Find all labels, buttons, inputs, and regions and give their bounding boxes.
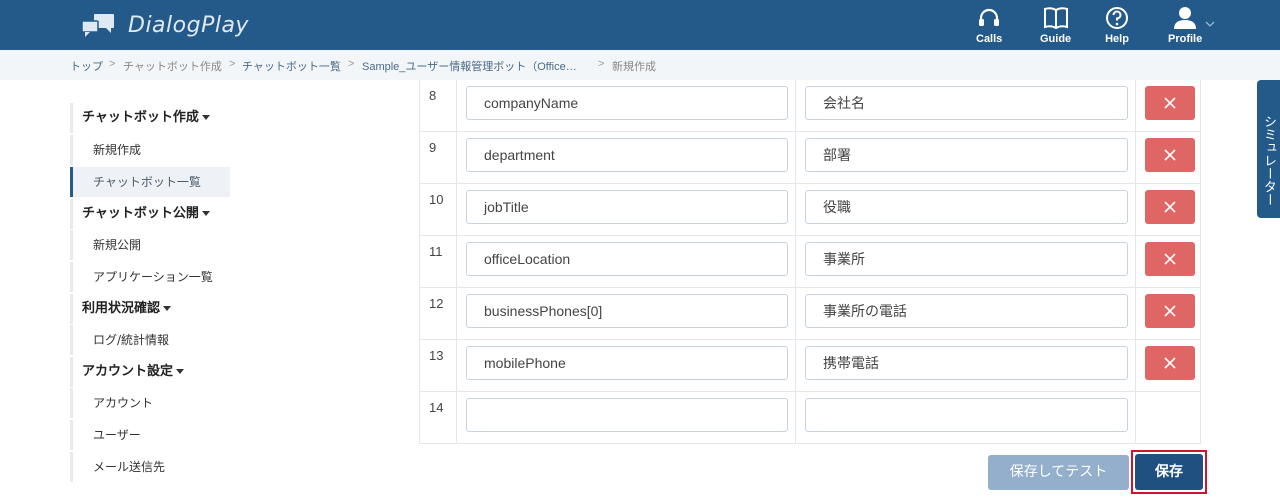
sidebar-section-label: チャットボット作成 xyxy=(82,110,199,125)
breadcrumb-sample-bot[interactable]: Sample_ユーザー情報管理ボット（Office… xyxy=(362,58,577,74)
table-row: 13 mobilePhone 携帯電話 xyxy=(419,340,1201,392)
label-input[interactable]: 会社名 xyxy=(805,86,1128,120)
caret-down-icon xyxy=(176,369,185,374)
sidebar-item-application-list[interactable]: アプリケーション一覧 xyxy=(70,262,230,292)
label-input[interactable]: 役職 xyxy=(805,190,1128,224)
breadcrumb-separator: > xyxy=(109,58,116,70)
nav-help[interactable]: Help xyxy=(1104,6,1130,45)
key-input[interactable]: businessPhones[0] xyxy=(466,294,788,328)
close-icon xyxy=(1164,253,1176,265)
key-input[interactable]: officeLocation xyxy=(466,242,788,276)
close-icon xyxy=(1164,357,1176,369)
label-input[interactable]: 部署 xyxy=(805,138,1128,172)
breadcrumb: トップ > チャットボット作成 > チャットボット一覧 > Sample_ユーザ… xyxy=(0,50,1280,80)
caret-down-icon xyxy=(163,306,172,311)
headset-icon xyxy=(979,8,1000,26)
delete-row-button[interactable] xyxy=(1145,190,1195,224)
close-icon xyxy=(1164,97,1176,109)
key-input[interactable]: department xyxy=(466,138,788,172)
row-number: 13 xyxy=(419,340,457,392)
app-header: DialogPlay Calls Guide Help Profile xyxy=(0,0,1280,50)
nav-calls-label: Calls xyxy=(976,33,1003,45)
sidebar-item-account[interactable]: アカウント xyxy=(70,388,230,418)
breadcrumb-chatbot-list[interactable]: チャットボット一覧 xyxy=(242,58,341,74)
sidebar-item-new-publish[interactable]: 新規公開 xyxy=(70,230,230,260)
label-input[interactable] xyxy=(805,398,1128,432)
delete-row-button[interactable] xyxy=(1145,138,1195,172)
save-and-test-button[interactable]: 保存してテスト xyxy=(988,455,1129,490)
key-input[interactable]: jobTitle xyxy=(466,190,788,224)
empty-action-cell xyxy=(1136,392,1201,444)
sidebar-item-mail-recipients[interactable]: メール送信先 xyxy=(70,452,230,482)
label-input[interactable]: 事業所の電話 xyxy=(805,294,1128,328)
simulator-tab[interactable]: シミュレーター xyxy=(1257,80,1280,218)
sidebar-item-new[interactable]: 新規作成 xyxy=(70,135,230,165)
nav-guide-label: Guide xyxy=(1040,33,1072,45)
label-input[interactable]: 携帯電話 xyxy=(805,346,1128,380)
sidebar-item-chatbot-list[interactable]: チャットボット一覧 xyxy=(70,167,230,197)
nav-calls[interactable]: Calls xyxy=(976,6,1002,45)
help-icon xyxy=(1106,7,1128,29)
caret-down-icon xyxy=(201,115,210,120)
sidebar-section-label: 利用状況確認 xyxy=(82,301,161,316)
delete-row-button[interactable] xyxy=(1145,346,1195,380)
chat-bubbles-icon xyxy=(81,14,114,37)
label-input[interactable]: 事業所 xyxy=(805,242,1128,276)
row-number: 9 xyxy=(419,132,457,184)
table-row: 14 xyxy=(419,392,1201,444)
close-icon xyxy=(1164,305,1176,317)
sidebar-item-users[interactable]: ユーザー xyxy=(70,420,230,450)
delete-row-button[interactable] xyxy=(1145,242,1195,276)
delete-row-button[interactable] xyxy=(1145,86,1195,120)
row-number: 10 xyxy=(419,184,457,236)
breadcrumb-current: 新規作成 xyxy=(612,61,656,73)
book-icon xyxy=(1043,7,1068,30)
row-number: 8 xyxy=(419,80,457,132)
breadcrumb-top[interactable]: トップ xyxy=(70,58,103,74)
row-number: 14 xyxy=(419,392,457,444)
app-title: DialogPlay xyxy=(128,12,249,38)
sidebar-section-chatbot-publish[interactable]: チャットボット公開 xyxy=(70,199,230,229)
nav-guide[interactable]: Guide xyxy=(1040,6,1071,45)
save-button[interactable]: 保存 xyxy=(1135,454,1203,490)
chevron-down-icon[interactable] xyxy=(1205,20,1215,28)
app-logo[interactable]: DialogPlay xyxy=(80,10,249,40)
table-row: 10 jobTitle 役職 xyxy=(419,184,1201,236)
sidebar-section-account-settings[interactable]: アカウント設定 xyxy=(70,357,230,387)
table-row: 12 businessPhones[0] 事業所の電話 xyxy=(419,288,1201,340)
table-row: 9 department 部署 xyxy=(419,132,1201,184)
key-input[interactable]: mobilePhone xyxy=(466,346,788,380)
delete-row-button[interactable] xyxy=(1145,294,1195,328)
sidebar-section-label: チャットボット公開 xyxy=(82,206,199,221)
caret-down-icon xyxy=(201,211,210,216)
table-row: 11 officeLocation 事業所 xyxy=(419,236,1201,288)
user-icon xyxy=(1174,7,1197,29)
close-icon xyxy=(1164,201,1176,213)
nav-profile[interactable]: Profile xyxy=(1168,6,1202,45)
nav-help-label: Help xyxy=(1105,33,1129,45)
row-number: 12 xyxy=(419,288,457,340)
sidebar-section-usage[interactable]: 利用状況確認 xyxy=(70,294,230,324)
key-input[interactable]: companyName xyxy=(466,86,788,120)
breadcrumb-chatbot-create: チャットボット作成 xyxy=(123,61,222,73)
sidebar-item-logs-stats[interactable]: ログ/統計情報 xyxy=(70,325,230,355)
breadcrumb-separator: > xyxy=(598,58,605,70)
breadcrumb-separator: > xyxy=(348,58,355,70)
close-icon xyxy=(1164,149,1176,161)
breadcrumb-separator: > xyxy=(229,58,236,70)
table-row: 8 companyName 会社名 xyxy=(419,80,1201,132)
row-number: 11 xyxy=(419,236,457,288)
sidebar-section-label: アカウント設定 xyxy=(82,364,174,379)
key-input[interactable] xyxy=(466,398,788,432)
nav-profile-label: Profile xyxy=(1168,33,1203,45)
sidebar-section-chatbot-create[interactable]: チャットボット作成 xyxy=(70,103,230,133)
